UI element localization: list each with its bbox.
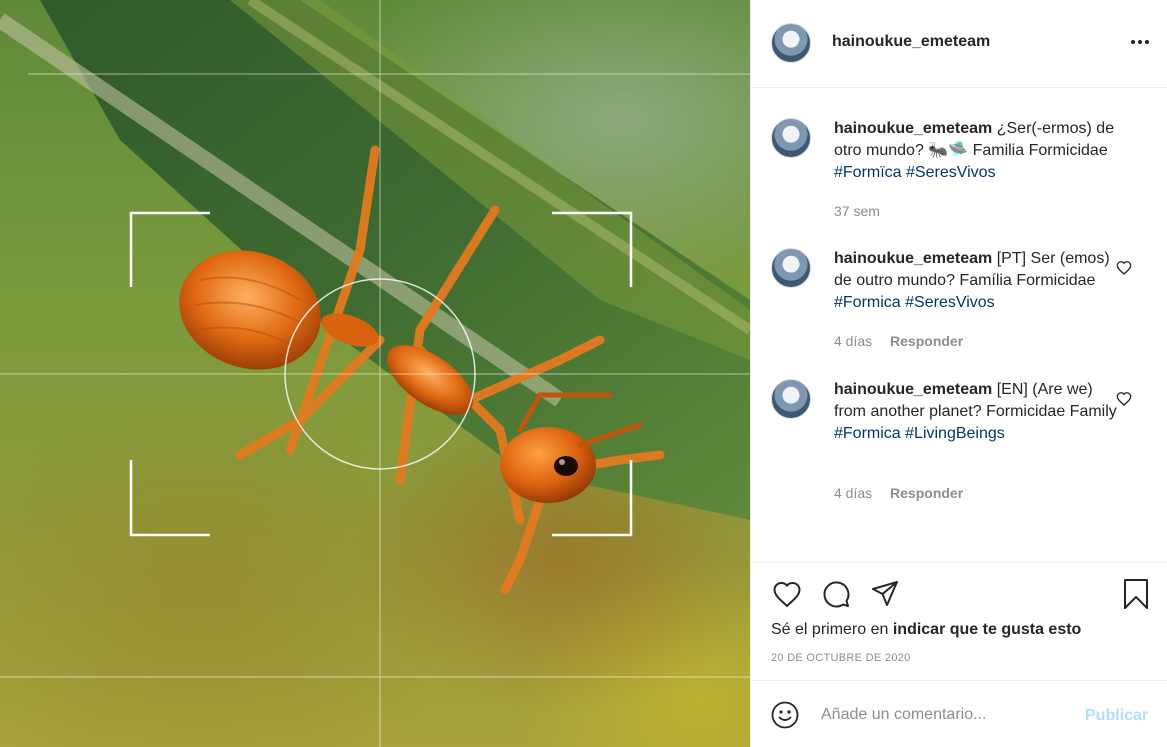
comment-meta: 37 sem [834,203,880,219]
more-horizontal-icon[interactable] [1128,30,1152,54]
heart-icon[interactable] [771,578,803,610]
likes-summary: Sé el primero en indicar que te gusta es… [771,621,1081,639]
comment-time[interactable]: 37 sem [834,203,880,219]
emoji-icon[interactable] [771,701,799,729]
comment-meta: 4 días Responder [834,485,963,501]
comment-icon[interactable] [820,578,852,610]
avatar[interactable] [771,118,811,158]
share-icon[interactable] [869,578,901,610]
reply-button[interactable]: Responder [890,333,963,349]
avatar[interactable] [771,379,811,419]
hashtag-link[interactable]: #SeresVivos [906,164,996,181]
comment-username[interactable]: hainoukue_emeteam [834,120,992,137]
comments-list: hainoukue_emeteam ¿Ser(-ermos) de otro m… [751,89,1167,562]
comment-text: hainoukue_emeteam [PT] Ser (emos) de out… [834,248,1119,314]
hashtag-link[interactable]: #Formïca [834,164,902,181]
avatar[interactable] [771,248,811,288]
comment-text: hainoukue_emeteam [EN] (Are we) from ano… [834,379,1119,445]
post-header: hainoukue_emeteam [751,0,1167,88]
hashtag-link[interactable]: #SeresVivos [905,294,995,311]
comment-username[interactable]: hainoukue_emeteam [834,381,992,398]
publish-button[interactable]: Publicar [1085,707,1148,725]
heart-icon[interactable] [1116,260,1132,276]
comment-meta: 4 días Responder [834,333,963,349]
heart-icon[interactable] [1116,391,1132,407]
hashtag-link[interactable]: #Formica [834,425,901,442]
comment-time[interactable]: 4 días [834,485,872,501]
comment-input[interactable] [821,703,1061,727]
comment-time[interactable]: 4 días [834,333,872,349]
comment-username[interactable]: hainoukue_emeteam [834,250,992,267]
ant-macro-image [0,0,750,747]
comment-text: hainoukue_emeteam ¿Ser(-ermos) de otro m… [834,118,1119,184]
hashtag-link[interactable]: #Formica [834,294,901,311]
header-username[interactable]: hainoukue_emeteam [832,33,990,51]
bookmark-icon[interactable] [1120,578,1152,610]
reply-button[interactable]: Responder [890,485,963,501]
post-photo[interactable] [0,0,750,747]
likes-prefix: Sé el primero en [771,621,889,638]
post-side-panel: hainoukue_emeteam hainoukue_emeteam ¿Ser… [750,0,1167,747]
avatar[interactable] [771,23,811,63]
post-date[interactable]: 20 DE OCTUBRE DE 2020 [771,652,911,664]
hashtag-link[interactable]: #LivingBeings [905,425,1005,442]
add-comment-bar: Publicar [751,680,1167,747]
like-first-link[interactable]: indicar que te gusta esto [893,621,1081,638]
